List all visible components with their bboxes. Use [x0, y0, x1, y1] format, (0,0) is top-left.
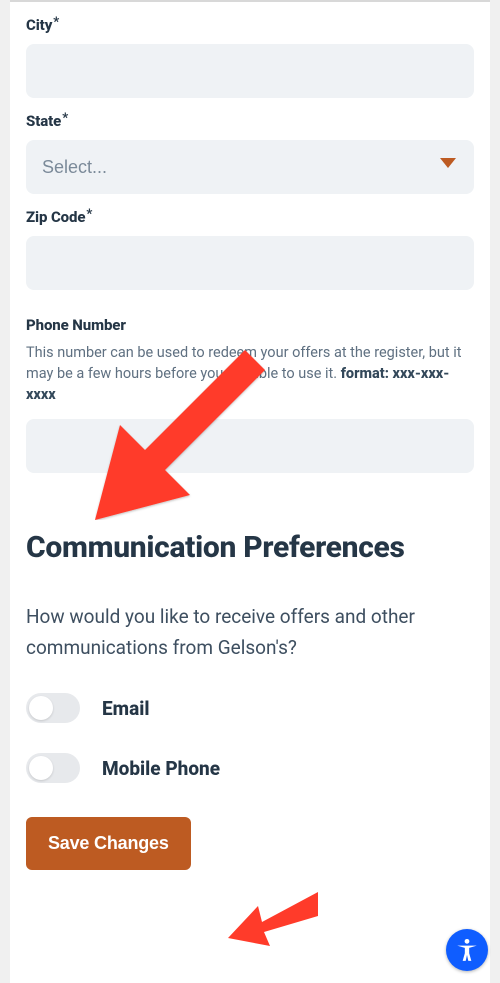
phone-helper: This number can be used to redeem your o…	[26, 342, 474, 405]
accessibility-icon	[454, 937, 480, 963]
required-asterisk: *	[53, 15, 59, 30]
state-field: State*	[26, 112, 474, 194]
save-button[interactable]: Save Changes	[26, 817, 191, 870]
toggle-knob	[29, 696, 53, 720]
mobile-toggle-label: Mobile Phone	[102, 757, 220, 780]
mobile-toggle[interactable]	[26, 753, 80, 783]
phone-label: Phone Number	[26, 316, 474, 334]
phone-field: Phone Number This number can be used to …	[26, 316, 474, 473]
viewport: City* State* Zip Code* Phone Number	[0, 0, 500, 983]
prefs-heading: Communication Preferences	[26, 529, 474, 567]
city-label: City*	[26, 16, 474, 34]
label-text: City	[26, 16, 52, 34]
phone-input[interactable]	[26, 419, 474, 473]
toggle-knob	[29, 756, 53, 780]
label-text: Zip Code	[26, 208, 85, 226]
city-field: City*	[26, 16, 474, 98]
email-toggle-label: Email	[102, 697, 149, 720]
state-select-wrap	[26, 130, 474, 194]
required-asterisk: *	[86, 207, 92, 222]
toggle-row-email: Email	[26, 693, 474, 723]
chevron-down-icon	[440, 158, 456, 168]
form-page: City* State* Zip Code* Phone Number	[10, 0, 490, 983]
label-text: State	[26, 112, 61, 130]
state-select[interactable]	[26, 140, 474, 194]
zip-input[interactable]	[26, 236, 474, 290]
toggle-row-mobile: Mobile Phone	[26, 753, 474, 783]
state-label: State*	[26, 112, 474, 130]
zip-field: Zip Code*	[26, 208, 474, 290]
required-asterisk: *	[62, 111, 68, 126]
city-input[interactable]	[26, 44, 474, 98]
prefs-question: How would you like to receive offers and…	[26, 601, 474, 664]
email-toggle[interactable]	[26, 693, 80, 723]
label-text: Phone Number	[26, 316, 126, 334]
accessibility-button[interactable]	[446, 929, 488, 971]
zip-label: Zip Code*	[26, 208, 474, 226]
